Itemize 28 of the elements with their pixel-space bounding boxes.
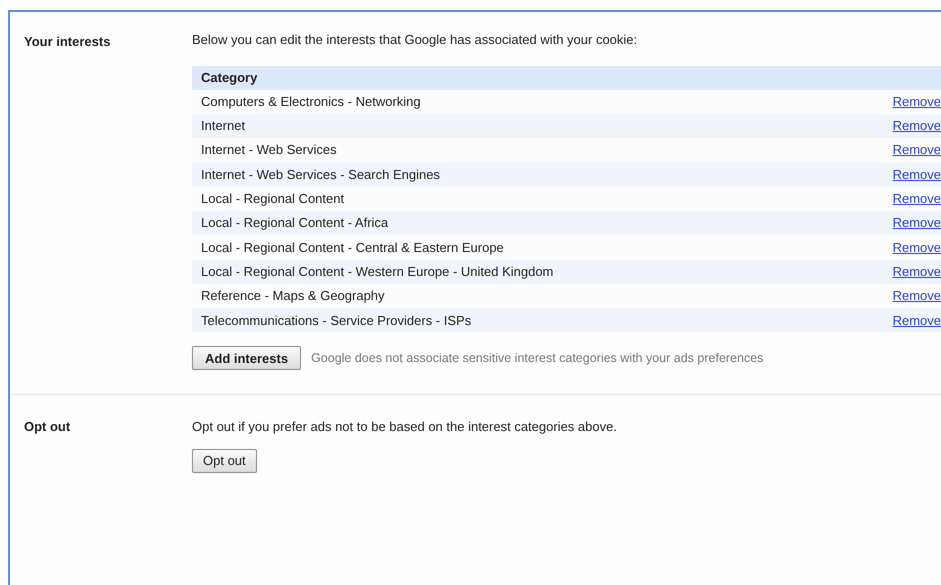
note-text: Google does not associate sensitive interest categories with your ads preferences [311,350,764,368]
remove-link[interactable]: Remove [892,310,941,330]
remove-link[interactable]: Remove [892,164,941,184]
remove-link[interactable]: Remove [892,286,941,306]
intro-text: Below you can edit the interests that Google has associated with your cookie: [192,31,638,49]
remove-link[interactable]: Remove [892,262,941,282]
add-interests-button[interactable]: Add interests [192,346,302,370]
table-cell-text: Local - Regional Content [201,190,344,208]
table-cell-text: Local - Regional Content - Africa [201,214,388,232]
intro-text: Opt out if you prefer ads not to be based on the interest categories above. [192,418,618,436]
remove-link[interactable]: Remove [892,116,941,136]
remove-link[interactable]: Remove [892,140,941,160]
table-cell-text: Internet [201,117,246,136]
remove-link[interactable]: Remove [892,238,941,258]
table-cell-text: Telecommunications - Service Providers - ISPs [201,312,472,330]
remove-link[interactable]: Remove [892,213,941,233]
remove-link[interactable]: Remove [892,189,941,209]
opt-out-button[interactable]: Opt out [192,448,257,473]
table-cell-text: Internet - Web Services - Search Engines [201,166,440,184]
table-cell-text: Local - Regional Content - Western Europe - United Kingdom [201,262,554,281]
table-cell-text: Local - Regional Content - Central & Eastern Europe [201,238,504,257]
table-cell-text: Reference - Maps & Geography [201,287,385,306]
section-label: Your interests [24,34,110,49]
remove-link[interactable]: Remove [892,92,941,112]
table-cell-text: Internet - Web Services [201,141,337,160]
column-header: Category [201,68,258,87]
section-label: Opt out [24,419,70,434]
table-cell-text: Computers & Electronics - Networking [201,92,421,111]
